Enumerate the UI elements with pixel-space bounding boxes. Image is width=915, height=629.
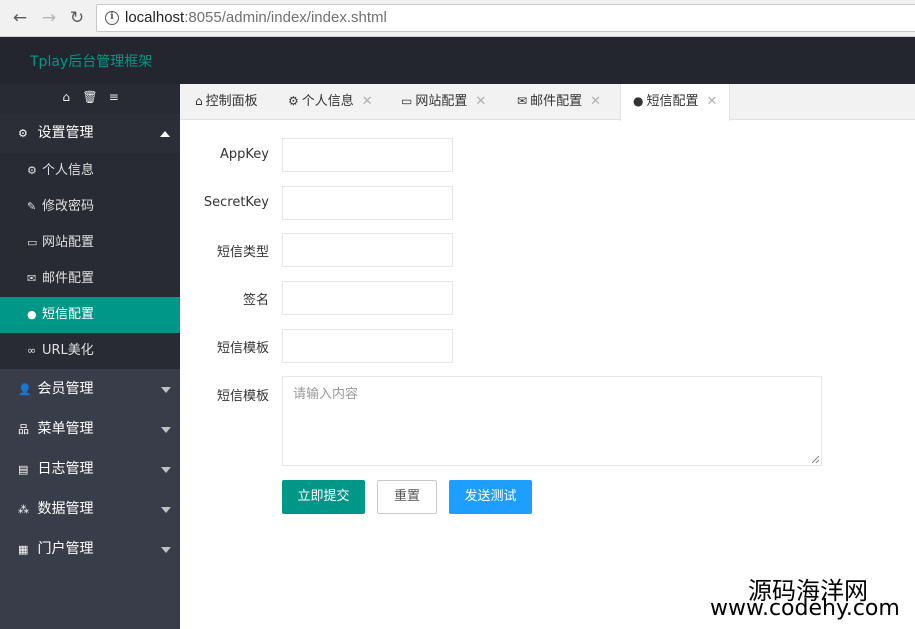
gear-icon: ⚙ — [288, 94, 299, 108]
close-icon[interactable]: ✕ — [707, 85, 718, 119]
sidebar-group-menus[interactable]: 品 菜单管理 — [0, 409, 180, 449]
sidebar: ⌂ 🗑 ≡ ⚙ 设置管理 ⚙ 个人信息 ✎ 修改密码 ▭ 网站配置 ✉ 邮件配置 ● 短信… — [0, 84, 180, 629]
field-label-template-content: 短信模板 — [216, 389, 269, 404]
caret-down-icon — [161, 387, 171, 393]
caret-up-icon — [160, 131, 170, 137]
sidebar-group-label: 门户管理 — [37, 541, 94, 557]
field-label-template: 短信模板 — [216, 341, 269, 356]
watermark-url: www.codehy.com — [710, 596, 900, 621]
sms-config-form: AppKey SecretKey 短信类型 签名 短信模板 短信模板 请输入内容… — [180, 121, 915, 629]
field-label-appkey: AppKey — [220, 147, 269, 162]
grid-icon: ▦ — [18, 543, 29, 556]
sidebar-group-label: 数据管理 — [37, 501, 94, 517]
sidebar-item-website[interactable]: ▭ 网站配置 — [0, 225, 180, 261]
sidebar-item-password[interactable]: ✎ 修改密码 — [0, 189, 180, 225]
back-arrow-icon[interactable]: ← — [10, 8, 30, 28]
user-icon: 👤 — [18, 383, 32, 396]
envelope-icon: ✉ — [27, 272, 37, 285]
home-icon: ⌂ — [195, 94, 203, 108]
envelope-icon: ✉ — [517, 94, 528, 108]
tab-label: 邮件配置 — [530, 94, 583, 109]
browser-toolbar: ← → ↻ i localhost:8055/admin/index/index… — [0, 0, 915, 37]
sidebar-group-label: 日志管理 — [37, 461, 94, 477]
reload-icon[interactable]: ↻ — [67, 8, 87, 28]
top-header: Tplay后台管理框架 — [0, 37, 915, 84]
sidebar-group-portal[interactable]: ▦ 门户管理 — [0, 529, 180, 569]
cubes-icon: ⁂ — [18, 503, 29, 516]
field-label-secretkey: SecretKey — [203, 195, 269, 210]
gear-icon: ⚙ — [27, 164, 37, 177]
sidebar-item-label: 修改密码 — [42, 199, 95, 214]
caret-down-icon — [161, 547, 171, 553]
link-icon: ∞ — [27, 344, 37, 357]
sidebar-item-profile[interactable]: ⚙ 个人信息 — [0, 153, 180, 189]
sidebar-item-url[interactable]: ∞ URL美化 — [0, 333, 180, 369]
monitor-icon: ▭ — [27, 236, 38, 249]
menu-toggle-icon[interactable]: ≡ — [104, 90, 124, 104]
sidebar-group-label: 设置管理 — [37, 125, 94, 141]
sidebar-item-label: 短信配置 — [42, 307, 95, 322]
url-text[interactable]: localhost:8055/admin/index/index.shtml — [125, 9, 387, 26]
tab-dashboard[interactable]: ⌂ 控制面板 — [195, 84, 258, 120]
signature-input[interactable] — [282, 281, 453, 315]
address-bar[interactable]: i localhost:8055/admin/index/index.shtml — [96, 4, 915, 32]
sms-type-input[interactable] — [282, 233, 453, 267]
tab-email[interactable]: ✉ 邮件配置 ✕ — [517, 84, 601, 120]
secretkey-input[interactable] — [282, 186, 453, 220]
url-path: :8055/admin/index/index.shtml — [184, 9, 387, 26]
monitor-icon: ▭ — [401, 94, 413, 108]
sidebar-toolbar: ⌂ 🗑 ≡ — [0, 84, 180, 114]
field-label-signature: 签名 — [242, 293, 269, 308]
close-icon[interactable]: ✕ — [590, 85, 601, 119]
tab-label: 个人信息 — [301, 94, 354, 109]
reset-button[interactable]: 重置 — [377, 480, 437, 514]
sidebar-group-label: 会员管理 — [37, 381, 94, 397]
template-input[interactable] — [282, 329, 453, 363]
tab-bar: ⌂ 控制面板 ⚙ 个人信息 ✕ ▭ 网站配置 ✕ ✉ 邮件配置 ✕ ● 短信配置 ✕ — [180, 84, 915, 121]
resize-handle-icon[interactable] — [812, 456, 819, 463]
tab-sms[interactable]: ● 短信配置 ✕ — [620, 84, 731, 121]
comment-icon: ● — [27, 308, 37, 321]
home-icon[interactable]: ⌂ — [56, 90, 76, 104]
sidebar-group-logs[interactable]: ▤ 日志管理 — [0, 449, 180, 489]
book-icon: ▤ — [18, 463, 29, 476]
sidebar-group-label: 菜单管理 — [37, 421, 94, 437]
caret-down-icon — [161, 507, 171, 513]
close-icon[interactable]: ✕ — [362, 85, 373, 119]
trash-icon[interactable]: 🗑 — [80, 90, 100, 104]
sidebar-item-label: 邮件配置 — [42, 271, 95, 286]
sidebar-item-sms[interactable]: ● 短信配置 — [0, 297, 180, 333]
sidebar-group-members[interactable]: 👤 会员管理 — [0, 369, 180, 409]
tab-profile[interactable]: ⚙ 个人信息 ✕ — [288, 84, 373, 120]
send-test-button[interactable]: 发送测试 — [449, 480, 532, 514]
close-icon[interactable]: ✕ — [475, 85, 486, 119]
appkey-input[interactable] — [282, 138, 453, 172]
tab-website[interactable]: ▭ 网站配置 ✕ — [401, 84, 486, 120]
tab-label: 网站配置 — [415, 94, 468, 109]
url-host: localhost — [125, 9, 185, 26]
submit-button[interactable]: 立即提交 — [282, 480, 365, 514]
info-icon[interactable]: i — [105, 11, 119, 25]
template-content-textarea[interactable]: 请输入内容 — [282, 376, 822, 466]
sidebar-group-data[interactable]: ⁂ 数据管理 — [0, 489, 180, 529]
sidebar-item-label: 个人信息 — [42, 163, 95, 178]
caret-down-icon — [161, 467, 171, 473]
field-label-sms-type: 短信类型 — [216, 245, 269, 260]
sidebar-item-email[interactable]: ✉ 邮件配置 — [0, 261, 180, 297]
edit-icon: ✎ — [27, 200, 37, 213]
gears-icon: ⚙ — [18, 127, 28, 140]
forward-arrow-icon[interactable]: → — [39, 8, 59, 28]
sidebar-group-settings[interactable]: ⚙ 设置管理 — [0, 114, 180, 153]
sidebar-item-label: 网站配置 — [42, 235, 95, 250]
comment-icon: ● — [633, 94, 644, 108]
caret-down-icon — [161, 427, 171, 433]
settings-submenu: ⚙ 个人信息 ✎ 修改密码 ▭ 网站配置 ✉ 邮件配置 ● 短信配置 ∞ URL美化 — [0, 153, 180, 369]
sidebar-item-label: URL美化 — [42, 343, 94, 358]
tab-label: 控制面板 — [205, 94, 258, 109]
tab-label: 短信配置 — [646, 94, 699, 109]
brand-title[interactable]: Tplay后台管理框架 — [30, 51, 152, 71]
sitemap-icon: 品 — [18, 423, 29, 436]
